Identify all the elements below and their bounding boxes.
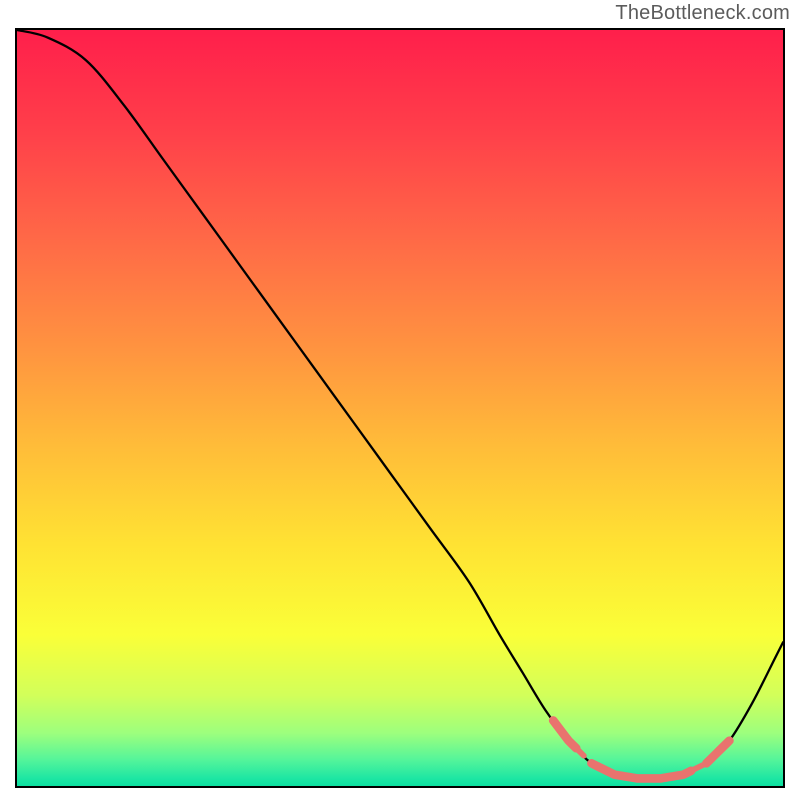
optimal-segment bbox=[576, 748, 584, 756]
plot-area bbox=[15, 28, 785, 788]
curve-layer bbox=[17, 30, 783, 786]
chart-stage: TheBottleneck.com bbox=[0, 0, 800, 800]
optimal-highlight-group bbox=[553, 720, 729, 778]
optimal-segment bbox=[553, 720, 576, 748]
optimal-segment bbox=[691, 765, 702, 771]
attribution-text: TheBottleneck.com bbox=[615, 2, 790, 25]
optimal-segment bbox=[592, 763, 692, 778]
optimal-segment bbox=[706, 741, 729, 764]
bottleneck-curve bbox=[17, 30, 783, 779]
